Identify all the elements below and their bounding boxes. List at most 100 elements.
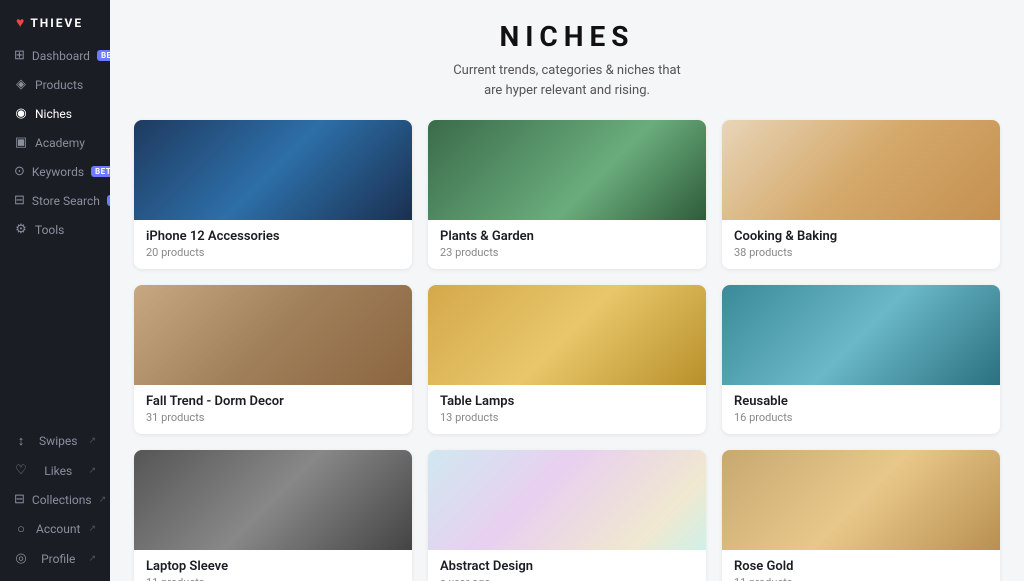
card-body-fall-trend-dorm-decor: Fall Trend - Dorm Decor 31 products bbox=[134, 385, 412, 434]
likes-icon: ♡ bbox=[14, 463, 28, 478]
sidebar-item-keywords[interactable]: ⊙ Keywords BETA bbox=[0, 157, 110, 186]
sidebar-label-profile: Profile bbox=[41, 552, 75, 566]
external-link-icon: ↗ bbox=[99, 495, 107, 505]
card-body-reusable: Reusable 16 products bbox=[722, 385, 1000, 434]
niche-card-rose-gold[interactable]: Rose Gold 11 products bbox=[722, 450, 1000, 581]
external-link-icon: ↗ bbox=[88, 466, 96, 476]
sidebar-label-niches: Niches bbox=[35, 107, 72, 121]
sidebar-label-keywords: Keywords bbox=[32, 165, 84, 179]
card-title-iphone-12-accessories: iPhone 12 Accessories bbox=[146, 229, 400, 244]
card-meta-plants-garden: 23 products bbox=[440, 246, 694, 259]
card-body-abstract-design: Abstract Design a year ago bbox=[428, 550, 706, 581]
niche-card-reusable[interactable]: Reusable 16 products bbox=[722, 285, 1000, 434]
card-body-iphone-12-accessories: iPhone 12 Accessories 20 products bbox=[134, 220, 412, 269]
sidebar-label-tools: Tools bbox=[35, 223, 64, 237]
card-image-laptop-sleeve bbox=[134, 450, 412, 550]
dashboard-icon: ⊞ bbox=[14, 48, 25, 63]
sidebar-label-products: Products bbox=[35, 78, 83, 92]
card-meta-table-lamps: 13 products bbox=[440, 411, 694, 424]
main-content: Niches Current trends, categories & nich… bbox=[110, 0, 1024, 581]
card-meta-fall-trend-dorm-decor: 31 products bbox=[146, 411, 400, 424]
sidebar-item-academy[interactable]: ▣ Academy bbox=[0, 128, 110, 157]
niche-card-table-lamps[interactable]: Table Lamps 13 products bbox=[428, 285, 706, 434]
external-link-icon: ↗ bbox=[88, 554, 96, 564]
keywords-icon: ⊙ bbox=[14, 164, 25, 179]
card-title-table-lamps: Table Lamps bbox=[440, 394, 694, 409]
card-title-cooking-baking: Cooking & Baking bbox=[734, 229, 988, 244]
sidebar-label-likes: Likes bbox=[44, 464, 72, 478]
card-image-reusable bbox=[722, 285, 1000, 385]
sidebar-label-academy: Academy bbox=[35, 136, 85, 150]
sidebar-item-store-search[interactable]: ⊟ Store Search BETA bbox=[0, 186, 110, 215]
card-image-table-lamps bbox=[428, 285, 706, 385]
sidebar-item-profile[interactable]: ◎ Profile ↗ bbox=[0, 544, 110, 573]
card-meta-cooking-baking: 38 products bbox=[734, 246, 988, 259]
sidebar-label-store-search: Store Search bbox=[32, 194, 100, 208]
swipes-icon: ↕ bbox=[14, 433, 28, 449]
products-icon: ◈ bbox=[14, 77, 28, 92]
sidebar-item-likes[interactable]: ♡ Likes ↗ bbox=[0, 456, 110, 485]
tools-icon: ⚙ bbox=[14, 222, 28, 237]
logo-text: THIEVE bbox=[30, 16, 83, 30]
card-meta-reusable: 16 products bbox=[734, 411, 988, 424]
store-search-icon: ⊟ bbox=[14, 193, 25, 208]
card-body-cooking-baking: Cooking & Baking 38 products bbox=[722, 220, 1000, 269]
profile-icon: ◎ bbox=[14, 551, 28, 566]
sidebar-label-swipes: Swipes bbox=[39, 434, 77, 448]
card-title-fall-trend-dorm-decor: Fall Trend - Dorm Decor bbox=[146, 394, 400, 409]
card-title-laptop-sleeve: Laptop Sleeve bbox=[146, 559, 400, 574]
card-image-plants-garden bbox=[428, 120, 706, 220]
logo: ♥ THIEVE bbox=[0, 0, 99, 41]
niches-grid: iPhone 12 Accessories 20 products Plants… bbox=[134, 120, 1000, 581]
academy-icon: ▣ bbox=[14, 135, 28, 150]
sidebar: ♥ THIEVE ⊞ Dashboard BETA ◈ Products ◉ N… bbox=[0, 0, 110, 581]
card-body-table-lamps: Table Lamps 13 products bbox=[428, 385, 706, 434]
page-header: Niches Current trends, categories & nich… bbox=[134, 20, 1000, 100]
sidebar-item-account[interactable]: ○ Account ↗ bbox=[0, 514, 110, 544]
card-image-cooking-baking bbox=[722, 120, 1000, 220]
niche-card-laptop-sleeve[interactable]: Laptop Sleeve 11 products bbox=[134, 450, 412, 581]
card-body-plants-garden: Plants & Garden 23 products bbox=[428, 220, 706, 269]
niche-card-cooking-baking[interactable]: Cooking & Baking 38 products bbox=[722, 120, 1000, 269]
card-title-abstract-design: Abstract Design bbox=[440, 559, 694, 574]
sidebar-item-swipes[interactable]: ↕ Swipes ↗ bbox=[0, 426, 110, 456]
niche-card-abstract-design[interactable]: Abstract Design a year ago bbox=[428, 450, 706, 581]
main-nav: ⊞ Dashboard BETA ◈ Products ◉ Niches ▣ A… bbox=[0, 41, 110, 426]
account-icon: ○ bbox=[14, 521, 28, 537]
card-image-iphone-12-accessories bbox=[134, 120, 412, 220]
sidebar-label-collections: Collections bbox=[32, 493, 92, 507]
page-title: Niches bbox=[134, 20, 1000, 53]
page-subtitle: Current trends, categories & niches that… bbox=[134, 61, 1000, 100]
sidebar-item-niches[interactable]: ◉ Niches bbox=[0, 99, 110, 128]
sidebar-label-dashboard: Dashboard bbox=[32, 49, 90, 63]
card-title-reusable: Reusable bbox=[734, 394, 988, 409]
sidebar-label-account: Account bbox=[36, 522, 80, 536]
badge-dashboard: BETA bbox=[97, 50, 110, 61]
sidebar-item-collections[interactable]: ⊟ Collections ↗ bbox=[0, 485, 110, 514]
sidebar-item-dashboard[interactable]: ⊞ Dashboard BETA bbox=[0, 41, 110, 70]
sidebar-bottom: ↕ Swipes ↗ ♡ Likes ↗ ⊟ Collections ↗ ○ A… bbox=[0, 426, 110, 581]
card-meta-rose-gold: 11 products bbox=[734, 576, 988, 581]
sidebar-item-products[interactable]: ◈ Products bbox=[0, 70, 110, 99]
card-meta-abstract-design: a year ago bbox=[440, 576, 694, 581]
niche-card-fall-trend-dorm-decor[interactable]: Fall Trend - Dorm Decor 31 products bbox=[134, 285, 412, 434]
card-image-abstract-design bbox=[428, 450, 706, 550]
card-meta-laptop-sleeve: 11 products bbox=[146, 576, 400, 581]
card-meta-iphone-12-accessories: 20 products bbox=[146, 246, 400, 259]
niches-icon: ◉ bbox=[14, 106, 28, 121]
card-image-fall-trend-dorm-decor bbox=[134, 285, 412, 385]
card-body-laptop-sleeve: Laptop Sleeve 11 products bbox=[134, 550, 412, 581]
external-link-icon: ↗ bbox=[88, 436, 96, 446]
niche-card-iphone-12-accessories[interactable]: iPhone 12 Accessories 20 products bbox=[134, 120, 412, 269]
badge-store-search: BETA bbox=[107, 195, 110, 206]
collections-icon: ⊟ bbox=[14, 492, 25, 507]
logo-heart-icon: ♥ bbox=[16, 14, 24, 31]
card-title-rose-gold: Rose Gold bbox=[734, 559, 988, 574]
external-link-icon: ↗ bbox=[88, 524, 96, 534]
badge-keywords: BETA bbox=[91, 166, 110, 177]
card-title-plants-garden: Plants & Garden bbox=[440, 229, 694, 244]
card-body-rose-gold: Rose Gold 11 products bbox=[722, 550, 1000, 581]
niche-card-plants-garden[interactable]: Plants & Garden 23 products bbox=[428, 120, 706, 269]
sidebar-item-tools[interactable]: ⚙ Tools bbox=[0, 215, 110, 244]
card-image-rose-gold bbox=[722, 450, 1000, 550]
